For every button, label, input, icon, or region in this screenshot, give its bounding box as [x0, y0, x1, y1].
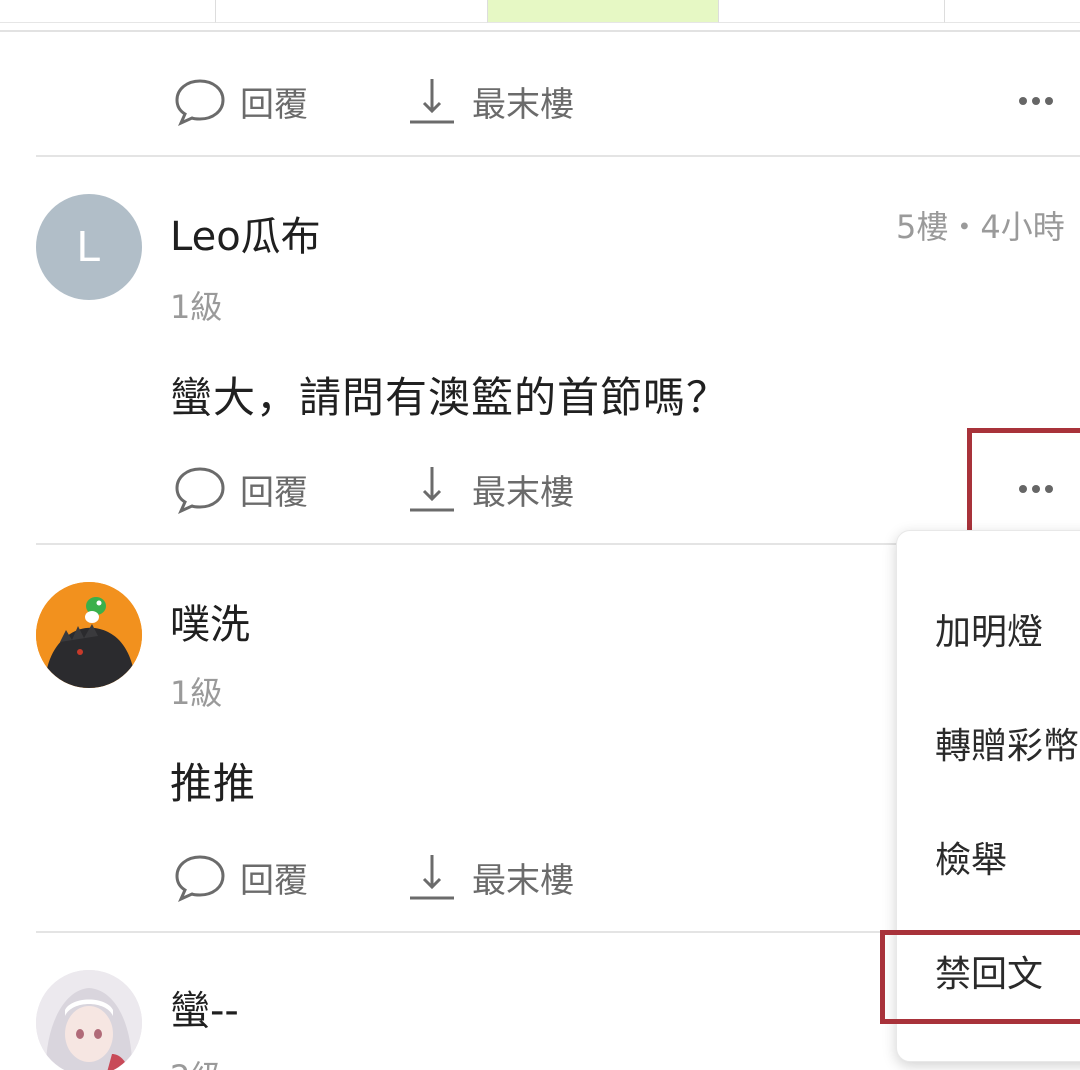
speech-bubble-icon: [175, 79, 225, 126]
post-action-bar: 回覆 最末樓: [0, 454, 1080, 524]
menu-item-transfer-coins[interactable]: 轉贈彩幣: [935, 717, 1079, 769]
top-tab-cell[interactable]: [945, 0, 1080, 23]
user-level: 2級: [170, 1052, 222, 1070]
last-floor-button[interactable]: 最末樓: [406, 66, 574, 136]
author-name[interactable]: 蠻--: [170, 978, 239, 1036]
highlight-block-reply: [880, 930, 1080, 1024]
top-tab-cell[interactable]: [719, 0, 945, 23]
user-level: 1級: [170, 288, 223, 326]
avatar[interactable]: L: [36, 194, 142, 300]
top-tab-cell[interactable]: [216, 0, 488, 23]
speech-bubble-icon: [175, 467, 225, 514]
more-dots-icon: [1019, 97, 1053, 105]
arrow-down-to-line-icon: [410, 467, 454, 512]
divider: [36, 155, 1080, 157]
user-level: 1級: [170, 674, 223, 712]
reply-label: 回覆: [240, 84, 308, 125]
last-floor-button[interactable]: 最末樓: [406, 454, 574, 524]
godzilla-avatar-icon[interactable]: [36, 582, 142, 688]
last-floor-label: 最末樓: [472, 472, 574, 513]
post-meta: 5樓・4小時: [896, 208, 1065, 246]
menu-item-report[interactable]: 檢舉: [935, 831, 1007, 883]
top-tab-strip: [0, 0, 1080, 32]
top-tab-cell[interactable]: [0, 0, 216, 23]
reply-button[interactable]: 回覆: [174, 454, 308, 524]
avatar-image: [36, 970, 142, 1070]
last-floor-label: 最末樓: [472, 84, 574, 125]
last-floor-label: 最末樓: [472, 860, 574, 901]
post-content: 蠻大，請問有澳籃的首節嗎？: [170, 373, 730, 422]
post-action-bar: 回覆 最末樓: [0, 66, 1080, 136]
anime-girl-avatar-icon[interactable]: [36, 970, 142, 1070]
forum-thread-page: 回覆 最末樓 L Leo瓜布 5樓・4小時 1級 蠻大，請問有澳籃的首節嗎？ 回…: [0, 0, 1080, 1070]
author-name[interactable]: Leo瓜布: [170, 204, 321, 262]
speech-bubble-icon: [175, 855, 225, 902]
menu-item-add-lamp[interactable]: 加明燈: [935, 603, 1043, 655]
reply-label: 回覆: [240, 472, 308, 513]
arrow-down-to-line-icon: [410, 79, 454, 124]
reply-label: 回覆: [240, 860, 308, 901]
last-floor-button[interactable]: 最末樓: [406, 842, 574, 912]
author-name[interactable]: 噗洗: [170, 592, 250, 650]
top-tab-cell-active[interactable]: [488, 0, 719, 23]
post-content: 推推: [170, 759, 257, 808]
more-button[interactable]: [1014, 66, 1058, 136]
reply-button[interactable]: 回覆: [174, 66, 308, 136]
arrow-down-to-line-icon: [410, 855, 454, 900]
avatar-image: [36, 582, 142, 688]
avatar-letter: L: [76, 222, 102, 271]
reply-button[interactable]: 回覆: [174, 842, 308, 912]
